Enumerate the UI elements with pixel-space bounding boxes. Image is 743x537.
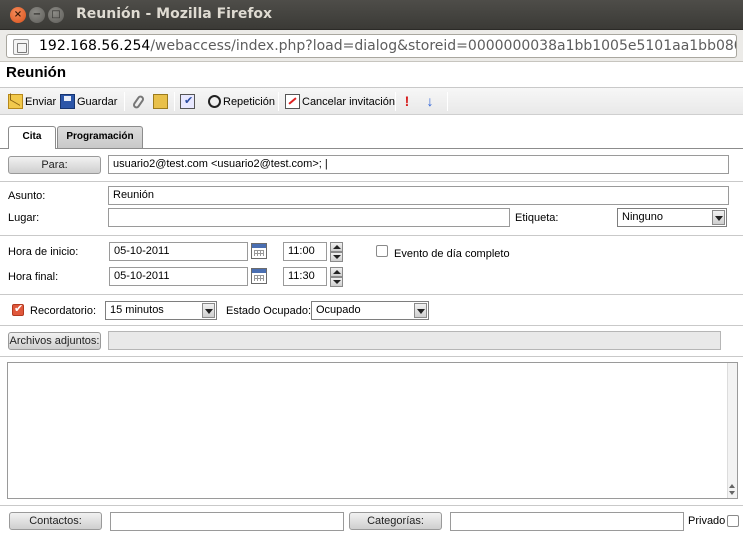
calendar-icon[interactable] [251,243,267,259]
tab-scheduling[interactable]: Programación [57,126,143,148]
vertical-scrollbar[interactable] [727,363,737,498]
all-day-checkbox[interactable] [376,245,388,257]
section-divider [0,181,743,182]
address-bar-area: 192.168.56.254/webaccess/index.php?load=… [0,30,743,62]
cancel-invitation-button[interactable]: Cancelar invitación [285,93,395,110]
chevron-down-icon [712,210,725,225]
section-divider [0,235,743,236]
contacts-button[interactable]: Contactos: [9,512,102,530]
tag-label: Etiqueta: [515,212,559,224]
send-button[interactable]: Enviar [8,93,56,110]
chevron-down-icon [414,303,427,318]
categories-field[interactable] [450,512,684,531]
exclamation-icon: ! [404,93,410,109]
spin-down-icon[interactable] [330,277,343,287]
section-divider [0,294,743,295]
toolbar-separator [447,92,448,111]
toolbar-separator [278,92,279,111]
contacts-field[interactable] [110,512,344,531]
chevron-down-icon [202,303,215,318]
all-day-label: Evento de día completo [394,248,510,260]
categories-button[interactable]: Categorías: [349,512,442,530]
paperclip-icon [131,93,146,110]
reminder-checkbox[interactable] [12,302,24,316]
attach-button[interactable] [131,93,146,110]
to-button[interactable]: Para: [8,156,101,174]
end-time-label: Hora final: [8,271,59,283]
url-field[interactable]: 192.168.56.254/webaccess/index.php?load=… [6,34,737,58]
envelope-icon [8,94,23,109]
cancel-invitation-icon [285,94,300,109]
location-field[interactable] [108,208,510,227]
window-title: Reunión - Mozilla Firefox [76,6,273,22]
end-date-field[interactable]: 05-10-2011 [109,267,248,286]
high-priority-button[interactable]: ! [402,93,412,110]
dialog-header: Reunión [0,62,743,88]
busy-status-select[interactable]: Ocupado [311,301,429,320]
save-button[interactable]: Guardar [60,93,117,110]
window-close-button[interactable]: × [10,7,26,23]
attachments-field [108,331,721,350]
busy-status-label: Estado Ocupado: [226,305,312,317]
private-label: Privado [688,515,726,527]
reminder-select[interactable]: 15 minutos [105,301,217,320]
scroll-down-icon[interactable] [729,491,735,495]
section-divider [0,325,743,326]
floppy-disk-icon [60,94,75,109]
window-maximize-button[interactable]: □ [48,7,64,23]
private-checkbox[interactable] [727,515,739,527]
start-date-field[interactable]: 05-10-2011 [109,242,248,261]
tab-divider [0,148,743,149]
address-book-icon [153,94,168,109]
reminder-label: Recordatorio: [30,305,97,317]
end-time-spinner[interactable] [330,267,343,287]
spin-up-icon[interactable] [330,267,343,277]
tab-appointment[interactable]: Cita [8,126,56,149]
address-book-button[interactable] [153,93,168,110]
spin-up-icon[interactable] [330,242,343,252]
reminder-select-value: 15 minutos [110,304,164,316]
check-names-button[interactable] [180,93,195,110]
start-time-spinner[interactable] [330,242,343,262]
url-text: 192.168.56.254/webaccess/index.php?load=… [39,38,737,54]
page-title: Reunión [6,64,66,81]
toolbar: Enviar Guardar Repetición Cancelar invit… [0,88,743,115]
recurrence-label: Repetición [223,95,275,108]
section-divider [0,356,743,357]
toolbar-separator [124,92,125,111]
location-label: Lugar: [8,212,40,224]
low-priority-button[interactable]: ↓ [425,93,435,110]
busy-status-select-value: Ocupado [316,304,361,316]
cancel-invitation-label: Cancelar invitación [302,95,395,108]
window-titlebar: × − □ Reunión - Mozilla Firefox [0,0,743,30]
url-host: 192.168.56.254 [39,38,151,54]
subject-field[interactable]: Reunión [108,186,729,205]
tab-strip: Cita Programación [0,115,743,149]
tag-select-value: Ninguno [622,211,663,223]
arrow-down-icon: ↓ [426,93,434,109]
subject-label: Asunto: [8,190,46,202]
site-identity-icon[interactable] [13,39,29,55]
start-time-field[interactable]: 11:00 [283,242,327,261]
toolbar-separator [174,92,175,111]
to-field[interactable]: usuario2@test.com <usuario2@test.com>; | [108,155,729,174]
recurrence-button[interactable]: Repetición [208,93,275,110]
save-label: Guardar [77,95,118,108]
toolbar-separator [395,92,396,111]
calendar-icon[interactable] [251,268,267,284]
attachments-button[interactable]: Archivos adjuntos: [8,332,101,350]
tag-select[interactable]: Ninguno [617,208,727,227]
window-minimize-button[interactable]: − [29,7,45,23]
end-time-field[interactable]: 11:30 [283,267,327,286]
check-names-icon [180,94,195,109]
scroll-up-icon[interactable] [729,484,735,488]
body-textarea[interactable] [7,362,738,499]
repeat-icon [208,95,221,108]
send-label: Enviar [25,95,57,108]
start-time-label: Hora de inicio: [8,246,79,258]
spin-down-icon[interactable] [330,252,343,262]
url-path: /webaccess/index.php?load=dialog&storeid… [150,38,737,54]
